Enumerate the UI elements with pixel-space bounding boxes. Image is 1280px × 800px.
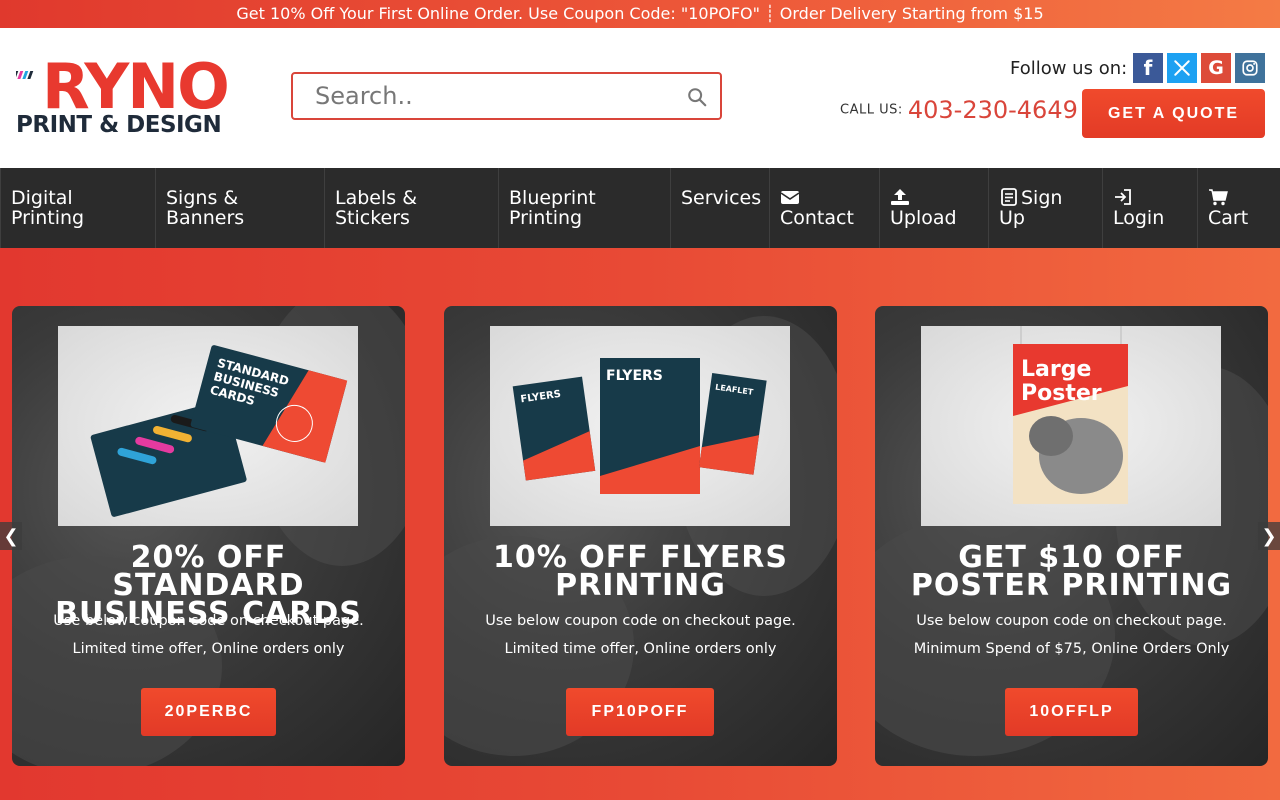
nav-item-label: Signs & Banners xyxy=(166,187,245,229)
x-twitter-icon[interactable] xyxy=(1167,53,1197,83)
site-logo[interactable]: RYNO PRINT & DESIGN xyxy=(16,50,230,138)
nav-item-labels-stickers[interactable]: Labels & Stickers xyxy=(324,168,498,248)
coupon-code-button[interactable]: FP10POFF xyxy=(566,688,714,736)
instagram-icon[interactable] xyxy=(1235,53,1265,83)
business-cards-image: STANDARD BUSINESS CARDS xyxy=(58,326,358,526)
nav-item-blueprint-printing[interactable]: Blueprint Printing xyxy=(498,168,670,248)
nav-item-label: Cart xyxy=(1208,207,1249,229)
nav-item-label: Upload xyxy=(890,207,957,229)
get-quote-button[interactable]: GET A QUOTE xyxy=(1082,89,1265,138)
site-header: RYNO PRINT & DESIGN Follow us on: f G CA… xyxy=(0,28,1280,168)
cart-icon xyxy=(1209,189,1228,206)
promo-card: Large Poster GET $10 OFF POSTER PRINTING… xyxy=(875,306,1268,766)
promo-bar: Get 10% Off Your First Online Order. Use… xyxy=(0,0,1280,28)
search-icon[interactable] xyxy=(686,86,708,108)
promo-subtext: Use below coupon code on checkout page. xyxy=(53,613,364,629)
promo-carousel: STANDARD BUSINESS CARDS 20% OFF STANDARD… xyxy=(0,248,1280,800)
call-us: CALL US: 403-230-4649 xyxy=(840,96,1078,124)
search-box xyxy=(291,72,722,120)
login-icon xyxy=(1115,189,1131,205)
follow-label: Follow us on: xyxy=(1010,58,1128,79)
nav-item-login[interactable]: Login xyxy=(1102,168,1197,248)
call-label: CALL US: xyxy=(840,102,903,118)
promo-card: FLYERS FLYERS LEAFLET 10% OFF FLYERS PRI… xyxy=(444,306,837,766)
promo-title: 10% OFF FLYERS PRINTING xyxy=(492,540,789,603)
promo-subtext: Use below coupon code on checkout page. xyxy=(485,613,796,629)
logo-tagline: PRINT & DESIGN xyxy=(16,112,222,138)
upload-icon xyxy=(891,189,909,205)
nav-item-label: Login xyxy=(1113,207,1165,229)
flyers-image: FLYERS FLYERS LEAFLET xyxy=(490,326,790,526)
google-icon[interactable]: G xyxy=(1201,53,1231,83)
promo-terms: Minimum Spend of $75, Online Orders Only xyxy=(913,641,1230,657)
nav-item-cart[interactable]: Cart xyxy=(1197,168,1280,248)
facebook-icon[interactable]: f xyxy=(1133,53,1163,83)
nav-item-label: Labels & Stickers xyxy=(335,187,418,229)
svg-text:Large: Large xyxy=(1021,357,1091,382)
carousel-next-button[interactable]: ❯ xyxy=(1258,522,1280,550)
search-input[interactable] xyxy=(315,80,675,112)
promo-subtext: Use below coupon code on checkout page. xyxy=(916,613,1227,629)
coupon-code-button[interactable]: 10OFFLP xyxy=(1005,688,1138,736)
nav-item-label: Services xyxy=(681,187,762,209)
main-nav: Digital Printing Signs & Banners Labels … xyxy=(0,168,1280,248)
promo-terms: Limited time offer, Online orders only xyxy=(72,641,345,657)
promo-title: GET $10 OFF POSTER PRINTING xyxy=(910,540,1233,603)
promo-card: STANDARD BUSINESS CARDS 20% OFF STANDARD… xyxy=(12,306,405,766)
carousel-prev-button[interactable]: ❮ xyxy=(0,522,22,550)
nav-item-services[interactable]: Services xyxy=(670,168,769,248)
logo-stripes-icon xyxy=(16,71,34,79)
nav-item-signs-banners[interactable]: Signs & Banners xyxy=(155,168,324,248)
form-icon xyxy=(1001,188,1017,206)
nav-item-sign-up[interactable]: Sign Up xyxy=(988,168,1102,248)
nav-item-label: Blueprint Printing xyxy=(509,187,596,229)
large-poster-image: Large Poster xyxy=(921,326,1221,526)
nav-item-digital-printing[interactable]: Digital Printing xyxy=(0,168,155,248)
nav-item-label: Contact xyxy=(780,207,854,229)
nav-item-label: Digital Printing xyxy=(11,187,85,229)
envelope-icon xyxy=(780,191,800,204)
svg-text:FLYERS: FLYERS xyxy=(606,368,663,384)
nav-item-contact[interactable]: Contact xyxy=(769,168,879,248)
coupon-code-button[interactable]: 20PERBC xyxy=(141,688,276,736)
promo-terms: Limited time offer, Online orders only xyxy=(504,641,777,657)
logo-wordmark: RYNO xyxy=(42,50,230,123)
phone-link[interactable]: 403-230-4649 xyxy=(908,96,1078,124)
svg-text:Poster: Poster xyxy=(1021,381,1102,406)
nav-item-upload[interactable]: Upload xyxy=(879,168,988,248)
